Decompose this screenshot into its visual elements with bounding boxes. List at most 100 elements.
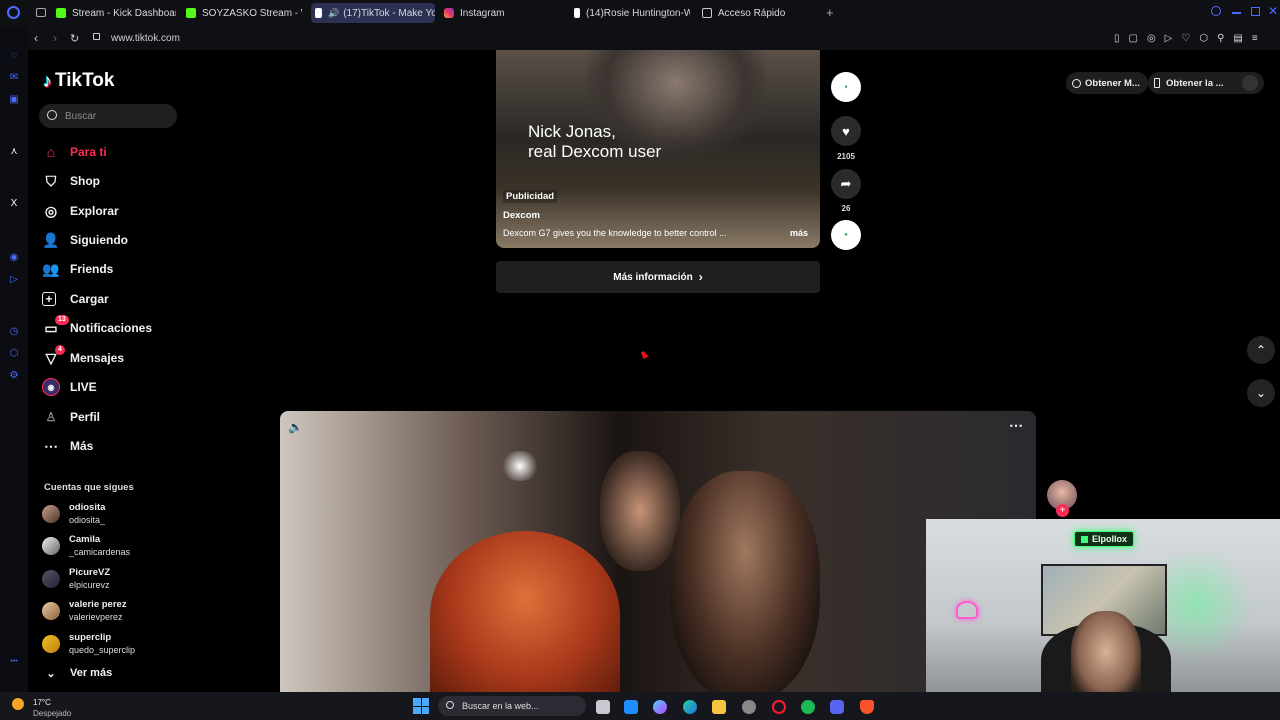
- opera-side-icon[interactable]: ◉: [8, 252, 20, 264]
- nav-shop[interactable]: ⛉ Shop: [42, 170, 100, 192]
- tab-label: Acceso Rápido: [718, 7, 786, 19]
- browser-tab-acceso-rapido[interactable]: Acceso Rápido: [702, 3, 802, 23]
- nav-cargar[interactable]: + Cargar: [42, 288, 109, 310]
- get-coins-button[interactable]: Obtener M...: [1066, 72, 1148, 94]
- nav-mensajes[interactable]: ▽ 4 Mensajes: [42, 345, 124, 369]
- account-handle: valerievperez: [69, 612, 123, 622]
- profile-icon: ♙: [45, 410, 57, 424]
- tab-overview-icon[interactable]: [36, 8, 46, 17]
- brave-icon[interactable]: [860, 700, 874, 714]
- url-field[interactable]: www.tiktok.com: [111, 33, 180, 44]
- nav-siguiendo[interactable]: 👤 Siguiendo: [42, 229, 128, 251]
- inbox-icon: ▭ 13: [42, 315, 69, 337]
- tiktok-logo[interactable]: ♪ TikTok: [43, 70, 114, 92]
- following-account[interactable]: Camila _camicardenas: [42, 534, 130, 558]
- opera-side-icon[interactable]: ⬡: [8, 348, 20, 360]
- minimize-button[interactable]: [1232, 12, 1241, 14]
- browser-tab-instagram[interactable]: Instagram: [444, 3, 554, 23]
- sound-disc-icon[interactable]: ●: [831, 220, 861, 250]
- maximize-button[interactable]: [1251, 7, 1260, 16]
- forward-icon[interactable]: ›: [53, 31, 57, 45]
- copilot-icon[interactable]: [653, 700, 667, 714]
- dexcom-avatar[interactable]: ●: [831, 72, 861, 102]
- avatar: [42, 570, 60, 588]
- file-explorer-icon[interactable]: [712, 700, 726, 714]
- nav-live[interactable]: ◉ LIVE: [42, 376, 97, 398]
- scroll-down-button[interactable]: ⌄: [1247, 379, 1275, 407]
- ad-more-link[interactable]: más: [790, 228, 808, 238]
- search-input[interactable]: Buscar: [39, 104, 177, 128]
- nav-friends[interactable]: 👥 Friends: [42, 258, 113, 280]
- search-icon: [47, 110, 57, 120]
- more-info-button[interactable]: Más información ›: [496, 261, 820, 293]
- discord-icon[interactable]: [830, 700, 844, 714]
- volume-icon[interactable]: 🔈: [288, 420, 303, 434]
- nav-perfil[interactable]: ♙ Perfil: [42, 406, 100, 428]
- start-tile: [421, 698, 429, 706]
- task-view-icon[interactable]: [596, 700, 610, 714]
- follow-plus-icon[interactable]: +: [1056, 504, 1069, 517]
- nav-explorar[interactable]: ◎ Explorar: [42, 200, 119, 222]
- store-icon[interactable]: [624, 700, 638, 714]
- ad-video-player[interactable]: Nick Jonas, real Dexcom user Publicidad …: [496, 50, 820, 248]
- account-name: valerie perez: [69, 599, 127, 610]
- nav-label: Perfil: [70, 410, 101, 424]
- tab-label: Stream - Kick Dashboard: [72, 7, 176, 19]
- nav-notificaciones[interactable]: ▭ 13 Notificaciones: [42, 315, 152, 339]
- opera-logo-icon[interactable]: [7, 6, 20, 19]
- weather-temp[interactable]: 17°C: [33, 698, 51, 707]
- opera-side-icon[interactable]: ▷: [8, 274, 20, 286]
- browser-tab-soyzasko-stream[interactable]: SOYZASKO Stream - Wat: [186, 3, 302, 23]
- browser-tab-tiktok[interactable]: 🔊 (17)TikTok - Make Yo: [311, 3, 435, 23]
- shop-bag-icon: ⛉: [45, 172, 57, 189]
- chevron-right-icon: ›: [698, 270, 703, 284]
- feed-video-player[interactable]: 🔈 ⋯: [280, 411, 1036, 692]
- following-account[interactable]: PicureVZ elpicurevz: [42, 567, 110, 591]
- see-more-button[interactable]: ⌄ Ver más: [42, 662, 112, 684]
- opera-side-icon[interactable]: •••: [8, 656, 20, 668]
- like-button[interactable]: ♥: [831, 116, 861, 146]
- new-tab-button[interactable]: +: [826, 5, 834, 20]
- grid-icon: [702, 8, 712, 18]
- taskbar-search-input[interactable]: Buscar en la web...: [438, 696, 586, 716]
- opera-side-icon[interactable]: ⋏: [8, 146, 20, 158]
- avatar: [42, 635, 60, 653]
- following-account[interactable]: valerie perez valerievperez: [42, 599, 127, 623]
- account-name: odiosita: [69, 502, 106, 513]
- windows-start-icon[interactable]: [413, 698, 429, 714]
- ad-brand[interactable]: Dexcom: [503, 210, 540, 221]
- settings-gear-icon[interactable]: [742, 700, 756, 714]
- opera-side-icon[interactable]: ◌: [8, 50, 20, 62]
- neon-sign: Elpollox: [1074, 531, 1135, 547]
- scroll-up-button[interactable]: ⌃: [1247, 336, 1275, 364]
- friends-icon: 👥: [42, 260, 60, 277]
- edge-icon[interactable]: [683, 700, 697, 714]
- x-twitter-icon[interactable]: X: [8, 198, 20, 210]
- close-button[interactable]: ✕: [1268, 4, 1278, 18]
- opera-side-icon[interactable]: ✉: [8, 72, 20, 84]
- weather-icon[interactable]: [12, 698, 24, 710]
- opera-icon[interactable]: [772, 700, 786, 714]
- live-icon: ◉: [42, 378, 60, 396]
- nav-para-ti[interactable]: ⌂ Para ti: [42, 141, 107, 163]
- search-tabs-icon[interactable]: [1211, 6, 1221, 16]
- weather-desc[interactable]: Despejado: [33, 709, 71, 718]
- back-icon[interactable]: ‹: [34, 31, 38, 45]
- pill-label: Obtener la ...: [1166, 77, 1224, 89]
- opera-side-icon[interactable]: ▣: [8, 94, 20, 106]
- browser-tab-rosie[interactable]: (14)Rosie Huntington-Wh: [574, 3, 690, 23]
- tiktok-sidebar: ♪ TikTok Buscar ⌂ Para ti ⛉ Shop ◎ Explo…: [28, 50, 208, 692]
- following-account[interactable]: superclip quedo_superclip: [42, 632, 135, 656]
- extension-icons[interactable]: ▯▢◎▷♡⬡⚲▤≡: [1114, 33, 1267, 44]
- video-more-options-icon[interactable]: ⋯: [1009, 417, 1023, 434]
- browser-tab-kick-dashboard[interactable]: Stream - Kick Dashboard: [56, 3, 176, 23]
- spotify-icon[interactable]: [801, 700, 815, 714]
- following-account[interactable]: odiosita odiosita_: [42, 502, 105, 526]
- upload-plus-icon: +: [42, 292, 56, 306]
- reload-icon[interactable]: ↻: [70, 32, 79, 45]
- settings-icon[interactable]: ⚙: [8, 370, 20, 382]
- get-app-button[interactable]: Obtener la ...: [1148, 72, 1264, 94]
- share-button[interactable]: ➦: [831, 169, 861, 199]
- opera-side-icon[interactable]: ◷: [8, 326, 20, 338]
- nav-mas[interactable]: ⋯ Más: [42, 435, 93, 457]
